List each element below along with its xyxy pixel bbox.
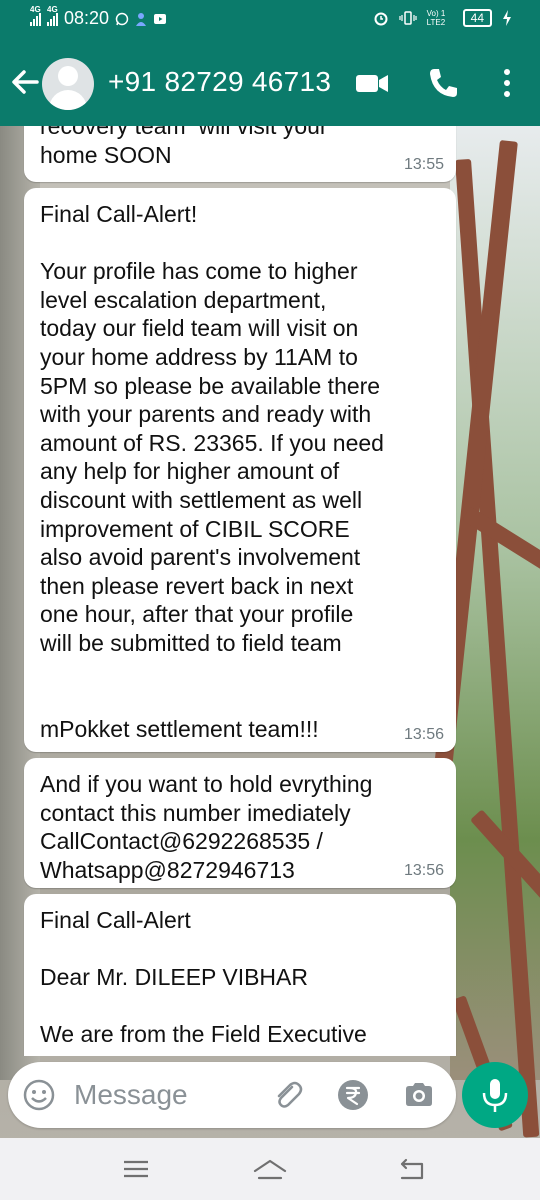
charging-icon xyxy=(503,10,511,26)
message-bubble[interactable]: Final Call-Alert! Your profile has come … xyxy=(24,188,456,752)
message-bubble[interactable]: And if you want to hold evrything contac… xyxy=(24,758,456,888)
back-arrow-icon[interactable] xyxy=(10,64,40,100)
more-vertical-icon[interactable] xyxy=(500,66,514,100)
emoji-icon[interactable] xyxy=(22,1078,56,1112)
message-composer xyxy=(8,1062,456,1128)
message-text: And if you want to hold evrything contac… xyxy=(40,771,373,883)
status-bar: 4G 4G 08:20 Vo) 1 LTE2 44 xyxy=(0,0,540,40)
person-notification-icon xyxy=(136,12,147,26)
contact-name[interactable]: +91 82729 46713 xyxy=(108,66,331,98)
status-time: 08:20 xyxy=(64,8,110,28)
avatar-head xyxy=(58,66,78,86)
back-nav-icon[interactable] xyxy=(392,1154,432,1184)
paperclip-icon[interactable] xyxy=(270,1078,304,1112)
video-camera-icon[interactable] xyxy=(354,66,390,100)
message-bubble[interactable]: Final Call-Alert Dear Mr. DILEEP VIBHAR … xyxy=(24,894,456,1056)
rupee-icon[interactable] xyxy=(336,1078,370,1112)
message-text: Final Call-Alert Dear Mr. DILEEP VIBHAR … xyxy=(40,907,367,1048)
message-time: 13:55 xyxy=(403,156,444,173)
avatar-body xyxy=(49,90,87,110)
voice-record-button[interactable] xyxy=(462,1062,528,1128)
whatsapp-notification-icon xyxy=(115,12,129,25)
camera-icon[interactable] xyxy=(402,1078,436,1112)
recents-menu-icon[interactable] xyxy=(116,1154,156,1184)
contact-avatar[interactable] xyxy=(42,58,94,110)
microphone-icon xyxy=(482,1079,508,1112)
status-left: 4G 4G 08:20 xyxy=(30,5,167,29)
volte-indicator: Vo) 1 LTE2 xyxy=(426,9,446,27)
home-icon[interactable] xyxy=(250,1154,290,1184)
signal-icon: 4G xyxy=(30,5,41,26)
signal-icon: 4G xyxy=(47,5,58,26)
message-text: recovery team will visit your home SOON xyxy=(40,126,328,168)
system-nav-bar xyxy=(0,1138,540,1200)
chat-header: +91 82729 46713 xyxy=(0,40,540,126)
battery-indicator: 44 xyxy=(462,9,492,27)
message-text: Final Call-Alert! Your profile has come … xyxy=(40,201,384,742)
message-time: 13:56 xyxy=(403,862,444,879)
phone-icon[interactable] xyxy=(426,66,460,100)
message-input[interactable] xyxy=(72,1074,256,1116)
alarm-icon xyxy=(374,12,388,26)
message-list[interactable]: recovery team will visit your home SOON … xyxy=(0,126,540,1056)
youtube-notification-icon xyxy=(154,13,167,24)
status-right: Vo) 1 LTE2 44 xyxy=(373,9,512,27)
message-time: 13:56 xyxy=(403,726,444,743)
vibrate-icon xyxy=(399,11,417,25)
message-bubble[interactable]: recovery team will visit your home SOON … xyxy=(24,126,456,182)
